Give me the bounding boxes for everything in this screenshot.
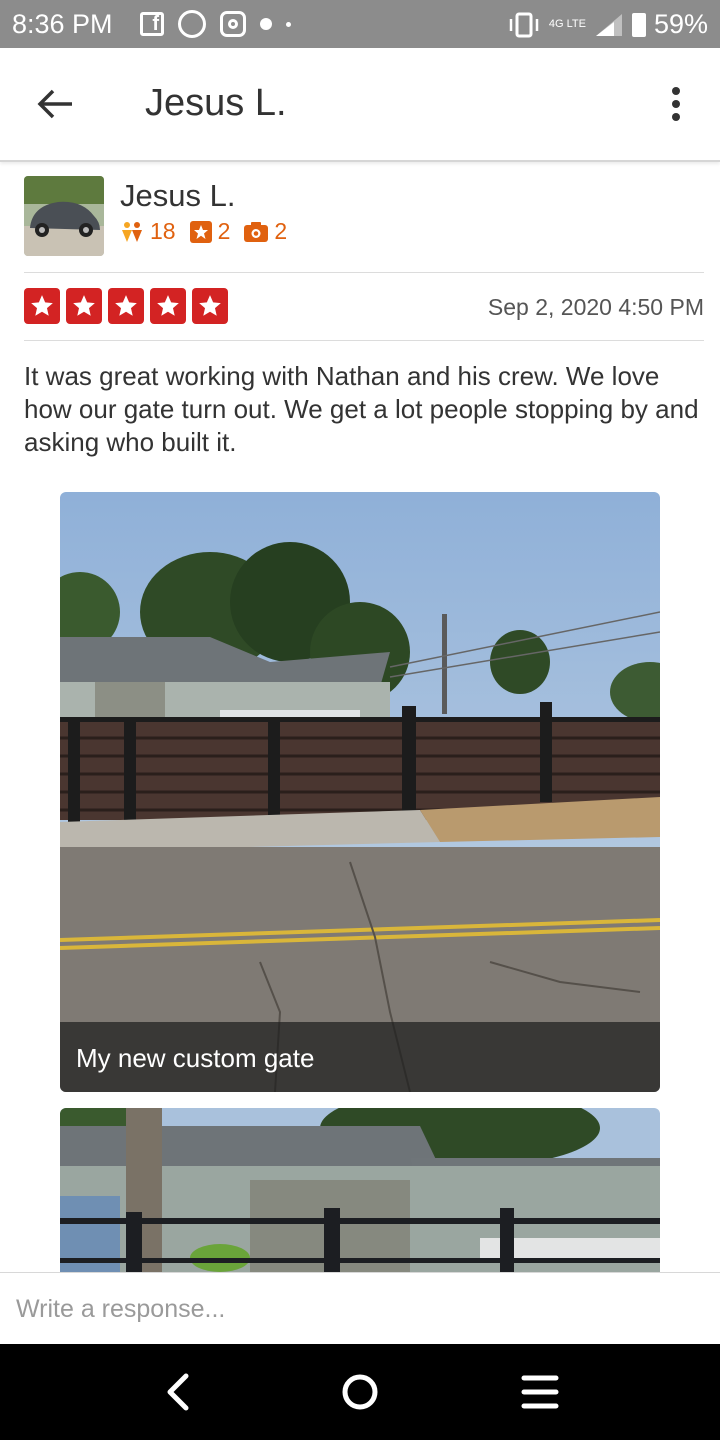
review-text: It was great working with Nathan and his… [24,361,699,457]
divider [24,272,704,273]
rating-star-icon [24,288,60,324]
reviews-count: 2 [217,218,231,244]
camera-icon [244,221,269,242]
facebook-icon: f [140,12,164,36]
status-time: 8:36 PM [12,9,113,39]
photo-gate-image [60,492,660,1092]
review-star-icon [189,220,212,243]
response-input[interactable] [16,1291,696,1327]
friends-stat: 18 [120,218,176,245]
reviews-stat: 2 [189,218,231,245]
more-vertical-icon[interactable] [668,86,684,122]
battery-icon [631,12,646,37]
whatsapp-icon [178,10,206,38]
photos-stat: 2 [244,218,287,245]
page-title: Jesus L. [145,82,287,124]
response-bar [0,1272,720,1345]
avatar[interactable] [24,176,104,256]
photos-count: 2 [274,218,288,244]
photo-gate-image [60,1108,660,1272]
reviewer-stats: 18 2 2 [120,218,287,245]
review-date: Sep 2, 2020 4:50 PM [487,294,704,320]
notification-dot-icon [286,21,291,27]
app-bar: Jesus L. [0,48,720,162]
signal-icon [595,13,622,36]
reviewer-name[interactable]: Jesus L. [120,178,235,214]
photo-caption: My new custom gate [60,1022,660,1092]
arrow-left-icon[interactable] [36,88,76,120]
rating-star-icon [192,288,228,324]
divider [24,340,704,341]
back-icon[interactable] [158,1370,202,1414]
vibrate-icon [509,12,539,37]
photo-caption-text: My new custom gate [76,1043,315,1073]
status-app-icons: f [140,8,291,40]
network-type: 4G LTE [548,18,586,30]
battery-percent: 59% [653,9,708,39]
rating-star-icon [150,288,186,324]
review-photo[interactable]: My new custom gate [60,492,660,1092]
avatar-image [24,176,104,256]
friends-icon [122,221,142,242]
status-right: 4G LTE 59% [507,9,708,40]
message-dot-icon [260,18,272,30]
system-nav-bar [0,1344,720,1440]
status-bar: 8:36 PM f 4G LTE 59% [0,0,720,48]
menu-icon[interactable] [518,1370,562,1414]
rating-star-icon [66,288,102,324]
star-rating [24,288,228,324]
instagram-icon [220,11,246,37]
home-icon[interactable] [338,1370,382,1414]
friends-count: 18 [150,218,176,244]
rating-star-icon [108,288,144,324]
review-photo[interactable] [60,1108,660,1272]
